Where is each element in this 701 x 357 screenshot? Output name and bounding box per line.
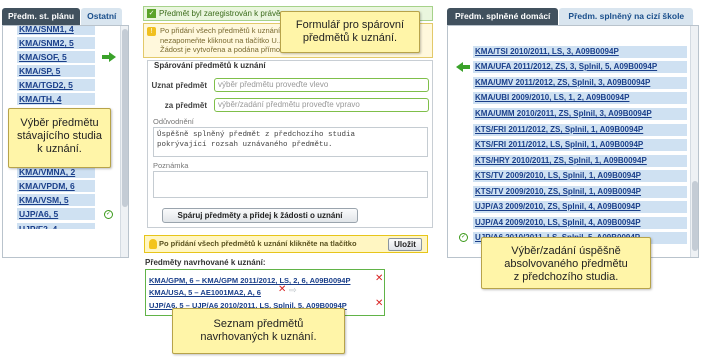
justification-textarea[interactable]: Úspěšně splněný předmět z předchozího st… [153, 127, 428, 157]
callout-line: Seznam předmětů [213, 318, 304, 330]
callout-line: Formulář pro spárovní [295, 19, 405, 31]
save-button[interactable]: Uložit [388, 238, 422, 251]
callout-right: Výběr/zadání úspěšně absolvovaného předm… [481, 237, 651, 289]
left-scrollbar[interactable] [120, 26, 128, 257]
completed-courses-list: KMA/TSI 2010/2011, LS, 3, A09B0094P KMA/… [447, 25, 699, 258]
scrollbar-thumb[interactable] [692, 181, 698, 251]
list-item[interactable]: KMA/UMM 2010/2011, ZS, Splnil, 3, A09B00… [473, 108, 687, 120]
arrow-right-icon [102, 52, 116, 62]
warning-icon: ! [147, 27, 156, 36]
completed-courses-panel: Předm. splněné domácí Předm. splněný na … [447, 8, 699, 258]
justification-label: Odůvodnění [153, 117, 194, 126]
for-course-field[interactable]: výběr/zadání předmětu proveďte vpravo [214, 98, 429, 112]
tab-completed-domestic[interactable]: Předm. splněné domácí [447, 8, 559, 25]
pairing-form: Spárování předmětů k uznání Uznat předmě… [147, 60, 433, 228]
callout-line: Výběr/zadání úspěšně [511, 245, 621, 257]
callout-proposed: Seznam předmětů navrhovaných k uznání. [172, 308, 345, 354]
list-item[interactable]: KMA/SP, 5 [17, 65, 95, 77]
proposed-item[interactable]: KMA/GPM, 6 – KMA/GPM 2011/2012, LS, 2, 6… [149, 276, 350, 285]
tab-completed-abroad[interactable]: Předm. splněný na cizí škole [559, 8, 694, 25]
recognize-course-field[interactable]: výběr předmětu proveďte vlevo [214, 78, 429, 92]
list-item[interactable]: KMA/TH, 4 [17, 93, 95, 105]
remove-icon[interactable]: ✕ [278, 285, 286, 295]
remove-icon[interactable]: ✕ [375, 299, 383, 309]
list-item[interactable]: KMA/TGD2, 5 [17, 79, 95, 91]
for-course-label: za předmět [164, 101, 207, 110]
note-label: Poznámka [153, 161, 189, 170]
form-legend: Spárování předmětů k uznání [154, 61, 266, 70]
callout-line: Výběr předmětu [20, 117, 99, 129]
list-item[interactable]: KMA/VPDM, 6 [17, 180, 95, 192]
callout-line: předmětů k uznání. [302, 32, 398, 44]
callout-line: navrhovaných k uznání. [200, 331, 317, 343]
callout-line: k uznání. [37, 143, 82, 155]
check-icon: ✓ [147, 9, 156, 18]
tab-other[interactable]: Ostatní [81, 8, 123, 25]
list-item[interactable]: KMA/UMV 2011/2012, ZS, Splnil, 3, A09B00… [473, 77, 687, 89]
callout-form: Formulář pro spárovní předmětů k uznání. [280, 11, 420, 53]
list-item[interactable]: KMA/UFA 2011/2012, ZS, 3, Splnil, 5, A09… [473, 61, 687, 73]
callout-line: absolvovaného předmětu [504, 258, 628, 270]
justification-line: Úspěšně splněný předmět z předchozího st… [157, 131, 356, 139]
list-item[interactable]: UJP/A3 2009/2010, ZS, Splnil, 4, A09B009… [473, 201, 687, 213]
registered-notice-text: Předmět byl zaregistrován k právě... [159, 9, 288, 18]
remove-icon[interactable]: ✕ [375, 274, 383, 284]
callout-line: z předchozího studia. [513, 271, 619, 283]
list-item[interactable]: KMA/SNM2, 5 [17, 37, 95, 49]
list-item[interactable]: UJP/A6, 5 [17, 208, 95, 220]
list-item[interactable]: KTS/TV 2009/2010, ZS, Splnil, 1, A09B009… [473, 186, 687, 198]
callout-line: stávajícího studia [17, 130, 102, 142]
right-tabs: Předm. splněné domácí Předm. splněný na … [447, 8, 699, 25]
arrow-right-icon: ⇨ [289, 285, 297, 295]
tab-study-plan-courses[interactable]: Předm. st. plánu [2, 8, 81, 25]
lightbulb-icon [149, 239, 157, 249]
list-item[interactable]: KTS/FRI 2011/2012, LS, Splnil, 1, A09B00… [473, 139, 687, 151]
submit-notice-text: Po přidání všech předmětů k uznání klikn… [159, 239, 357, 248]
callout-left: Výběr předmětu stávajícího studia k uzná… [8, 108, 111, 168]
proposed-item[interactable]: KMA/USA, 5 – AE1001MA2, A, 6 [149, 288, 261, 297]
pair-and-add-button[interactable]: Spáruj předměty a přidej k žádosti o uzn… [162, 208, 358, 223]
list-item[interactable]: KMA/VSM, 5 [17, 194, 95, 206]
left-tabs: Předm. st. plánu Ostatní [2, 8, 129, 25]
note-textarea[interactable] [153, 171, 428, 198]
submit-notice-bar: Po přidání všech předmětů k uznání klikn… [144, 235, 428, 253]
right-scrollbar[interactable] [690, 26, 698, 257]
list-item[interactable]: KMA/UBI 2009/2010, LS, 1, 2, A09B0094P [473, 92, 687, 104]
list-item[interactable]: KMA/TSI 2010/2011, LS, 3, A09B0094P [473, 46, 687, 58]
recognize-label: Uznat předmět [151, 81, 207, 90]
list-item[interactable]: KTS/HRY 2010/2011, ZS, Splnil, 1, A09B00… [473, 155, 687, 167]
list-item-partial[interactable]: UJP/F2, 4 [17, 223, 95, 229]
list-item[interactable]: UJP/A4 2009/2010, LS, Splnil, 4, A09B009… [473, 217, 687, 229]
check-circle-icon: ✓ [104, 210, 113, 219]
justification-line: pokrývající rozsah uznávaného předmětu. [157, 141, 333, 149]
list-item[interactable]: KTS/TV 2009/2010, LS, Splnil, 1, A09B009… [473, 170, 687, 182]
list-item[interactable]: KMA/SOF, 5 [17, 51, 95, 63]
arrow-left-icon [456, 62, 470, 72]
scrollbar-thumb[interactable] [122, 29, 128, 207]
list-item[interactable]: KMA/SNM1, 4 [17, 26, 95, 35]
list-item[interactable]: KTS/FRI 2011/2012, ZS, Splnil, 1, A09B00… [473, 124, 687, 136]
check-circle-icon: ✓ [459, 233, 468, 242]
proposed-list-title: Předměty navrhované k uznání: [145, 258, 266, 267]
